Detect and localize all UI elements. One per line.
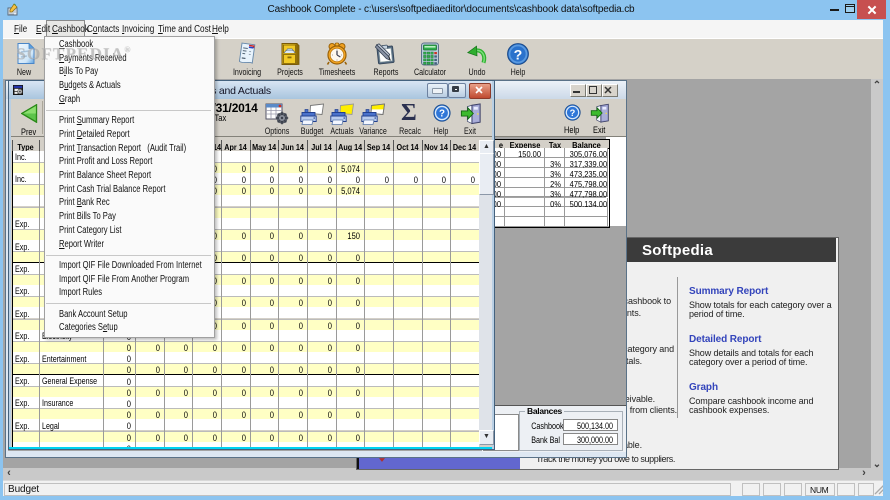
svg-text:?: ? [570,108,576,118]
svg-text:?: ? [514,47,523,63]
